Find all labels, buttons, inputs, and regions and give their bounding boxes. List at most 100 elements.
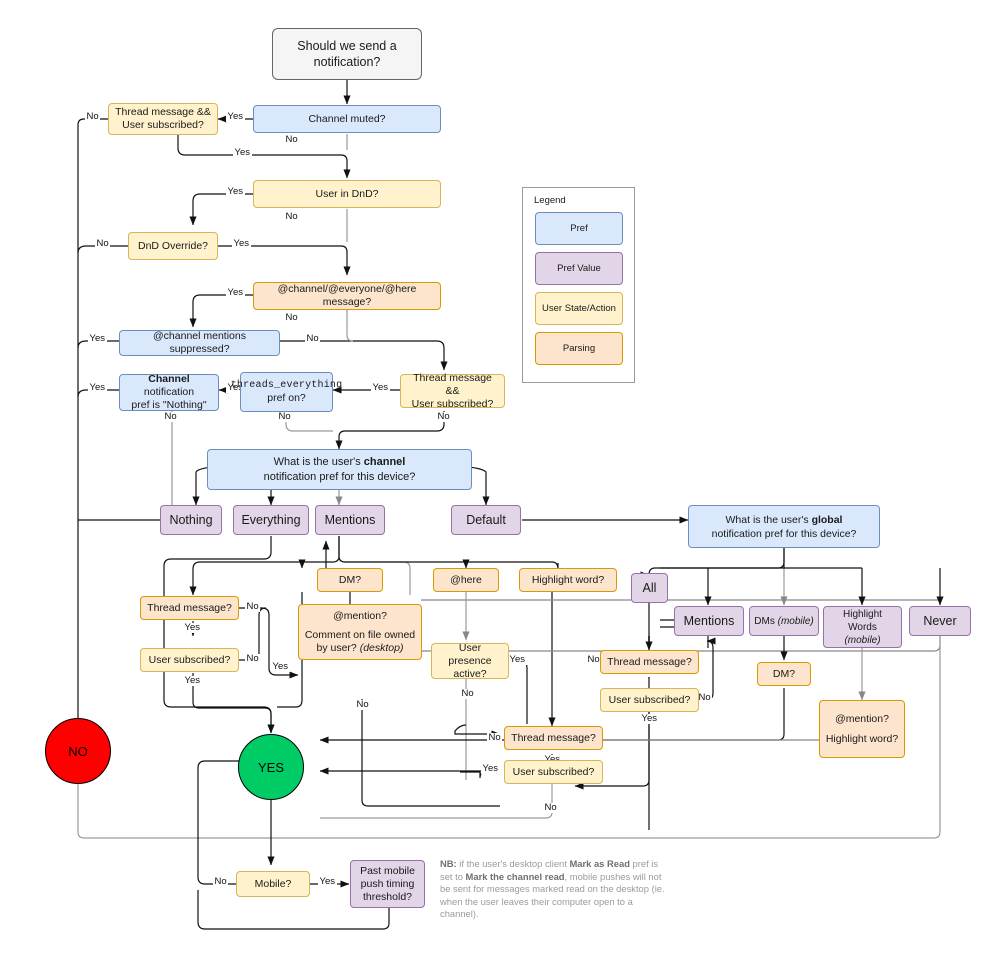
node-pref-value-nothing[interactable]: Nothing [160,505,222,535]
label: User subscribed? [148,653,231,666]
label: User subscribed? [608,693,691,706]
edge-label-no: No [284,211,300,222]
node-user-presence-active[interactable]: User presence active? [431,641,509,680]
node-dnd-override[interactable]: DnD Override? [128,232,218,260]
desktop-qualifier: (desktop) [359,641,404,654]
q-prefix: What is the user's [725,513,812,526]
line-2: pref is "Nothing" [131,399,207,411]
edge-layer [74,80,944,930]
line-1: What is the user's global [726,513,843,527]
node-highlight-word-question[interactable]: Highlight word? [519,568,617,592]
flowchart-canvas: No Yes No Yes Yes No No Yes Yes No Yes N… [0,0,1000,953]
node-pref-value-global-mentions[interactable]: Mentions [674,606,744,636]
line-3: threshold? [362,890,413,903]
node-mobile-question[interactable]: Mobile? [236,871,310,897]
edge-label-yes: Yes [88,382,107,393]
line-2: User subscribed? [411,397,494,410]
edge-label-yes: Yes [233,147,252,158]
node-pref-value-dms-mobile[interactable]: DMs (mobile) [749,606,819,636]
node-user-in-dnd[interactable]: User in DnD? [253,180,441,208]
mobile-qualifier: (mobile) [844,634,881,646]
line-1: @mention? [333,609,387,622]
node-dm-question-left[interactable]: DM? [317,568,383,592]
node-pref-value-highlight-words-mobile[interactable]: Highlight Words (mobile) [823,606,902,648]
label: Thread message? [511,731,596,744]
node-channel-muted[interactable]: Channel muted? [253,105,441,133]
bold-channel: channel [363,455,406,468]
edge-label-no: No [460,688,476,699]
node-thread-message-mid-2[interactable]: Thread message? [504,726,603,750]
line-2: Highlight word? [825,732,899,745]
line-1: @mention? [835,712,889,725]
edge-label-no: No [487,732,503,743]
node-pref-value-mentions[interactable]: Mentions [315,505,385,535]
line-2: User subscribed? [122,119,204,131]
label: Nothing [169,512,213,527]
note-prefix: NB: [440,858,457,869]
line-1: User presence [448,641,492,667]
node-thread-message-mid-1[interactable]: Thread message? [600,650,699,674]
by-user: by user? [316,641,360,654]
note-b2: Mark the channel read [465,870,565,882]
node-pref-value-default[interactable]: Default [451,505,521,535]
node-start[interactable]: Should we send a notification? [272,28,422,80]
node-thread-message-user-subscribed-2[interactable]: Thread message && User subscribed? [400,371,505,410]
label: Mobile? [254,877,292,890]
label: Everything [241,512,301,527]
node-mention-highlight-word[interactable]: @mention? Highlight word? [819,700,905,758]
node-threads-everything-pref-on[interactable]: threads_everything pref on? [231,372,342,412]
line-2: Comment on file owned [304,628,416,641]
node-pref-value-never[interactable]: Never [909,606,971,636]
q-prefix: What is the user's [273,455,364,468]
dms-text: DMs [754,615,778,627]
node-user-subscribed-left-1[interactable]: User subscribed? [140,648,239,672]
node-at-channel-everyone-here-message[interactable]: @channel/@everyone/@here message? [253,282,441,310]
node-channel-notification-pref-question[interactable]: What is the user's channel notification … [207,449,472,490]
legend-item-pref: Pref [535,212,623,245]
terminal-yes-label: YES [257,759,284,775]
edge-label-yes: Yes [481,763,500,774]
label: DM? [338,573,362,586]
edge-label-no: No [95,238,111,249]
rest: notification [143,386,195,398]
node-user-in-dnd-label: User in DnD? [315,187,379,200]
terminal-yes[interactable]: YES [238,734,304,800]
edge-label-yes: Yes [508,654,527,665]
node-start-label: Should we send a notification? [297,39,397,69]
node-thread-message-left-1[interactable]: Thread message? [140,596,239,620]
edge-label-yes: Yes [88,333,107,344]
line-1: What is the user's channel [274,455,406,470]
node-channel-mentions-suppressed[interactable]: @channel mentions suppressed? [119,330,280,356]
edge-label-no: No [277,411,293,422]
terminal-no[interactable]: NO [45,718,111,784]
edge-label-no: No [305,333,321,344]
node-dm-question-right[interactable]: DM? [757,662,811,686]
node-dnd-override-label: DnD Override? [137,239,209,252]
node-mention-comment-on-file[interactable]: @mention? Comment on file owned by user?… [298,604,422,660]
node-pref-value-all[interactable]: All [631,573,668,603]
edge-label-no: No [245,653,261,664]
node-user-subscribed-mid-1[interactable]: User subscribed? [600,688,699,712]
node-at-here[interactable]: @here [433,568,499,592]
node-pref-value-everything[interactable]: Everything [233,505,309,535]
edge-label-yes: Yes [271,661,290,672]
node-past-mobile-push-timing-threshold[interactable]: Past mobile push timing threshold? [350,860,425,908]
node-channel-notification-pref-nothing[interactable]: Channel notification pref is "Nothing" [119,373,219,411]
edge-label-yes: Yes [183,622,202,633]
node-thread-message-user-subscribed-1[interactable]: Thread message && User subscribed? [108,103,218,135]
line-1: Thread message && [413,371,492,397]
node-global-notification-pref-question[interactable]: What is the user's global notification p… [688,505,880,548]
line-1: Highlight Words [843,608,882,633]
label: Never [923,613,957,628]
node-user-subscribed-mid-2[interactable]: User subscribed? [504,760,603,784]
edge-label-no: No [245,601,261,612]
line-1: Thread message && [115,106,211,118]
note-b1: Mark as Read [569,858,630,869]
legend-title: Legend [534,195,566,206]
edge-label-yes: Yes [226,111,245,122]
label: Mentions [324,512,376,527]
bold-global: global [811,513,843,526]
line-1: Channel notification [124,373,214,399]
label: All [642,580,657,595]
edge-label-no: No [436,411,452,422]
